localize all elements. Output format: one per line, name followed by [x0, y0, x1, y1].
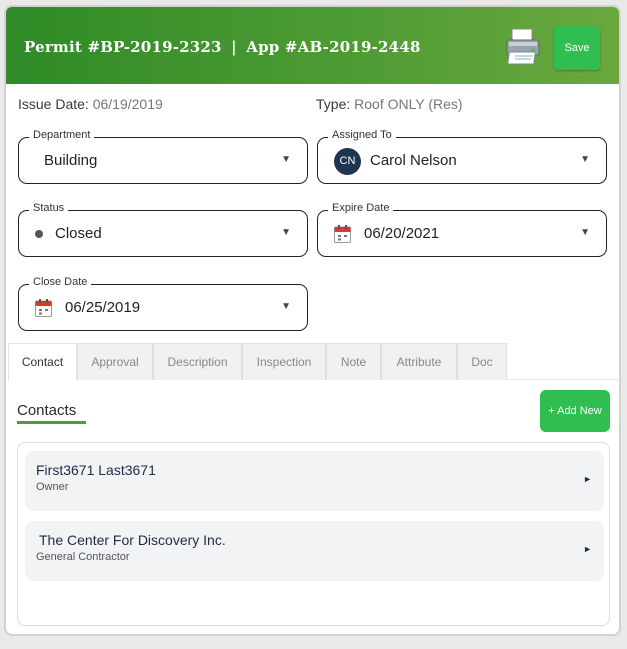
contact-role: Owner: [36, 481, 69, 493]
permit-header: Permit #BP-2019-2323 | App #AB-2019-2448…: [6, 7, 619, 84]
close-date-value: 06/25/2019: [65, 299, 141, 316]
add-contact-button[interactable]: + Add New: [540, 390, 610, 432]
expire-date-value: 06/20/2021: [364, 225, 440, 242]
issue-date: Issue Date: 06/19/2019: [18, 96, 163, 112]
calendar-icon: [334, 225, 351, 243]
contact-role: General Contractor: [36, 551, 130, 563]
chevron-down-icon: ▼: [281, 154, 291, 165]
close-date-select[interactable]: Close Date 06/25/2019 ▼: [18, 276, 308, 331]
permit-number: Permit #BP-2019-2323: [24, 38, 222, 56]
department-value: Building: [44, 152, 98, 169]
department-select[interactable]: Department Building ▼: [18, 129, 308, 184]
tab-inspection[interactable]: Inspection: [242, 343, 326, 380]
assigned-to-select[interactable]: Assigned To CN Carol Nelson ▼: [317, 129, 607, 184]
contact-name: First3671 Last3671: [36, 462, 156, 478]
chevron-down-icon: ▼: [281, 301, 291, 312]
expire-date-select[interactable]: Expire Date 06/20/2021 ▼: [317, 202, 607, 257]
permit-type: Type: Roof ONLY (Res): [316, 96, 463, 112]
list-item[interactable]: The Center For Discovery Inc. General Co…: [25, 521, 604, 581]
expire-date-label: Expire Date: [328, 202, 394, 214]
list-item[interactable]: First3671 Last3671 Owner ►: [25, 451, 604, 511]
chevron-right-icon: ►: [583, 544, 592, 554]
status-value: Closed: [55, 225, 102, 242]
issue-date-value: 06/19/2019: [92, 96, 163, 112]
chevron-right-icon: ►: [583, 474, 592, 484]
contacts-underline: [17, 421, 86, 424]
assigned-to-label: Assigned To: [328, 129, 396, 141]
status-dot-icon: [35, 230, 43, 238]
title-separator: |: [231, 38, 237, 56]
tab-approval[interactable]: Approval: [77, 343, 153, 380]
save-button[interactable]: Save: [554, 26, 600, 70]
permit-title: Permit #BP-2019-2323 | App #AB-2019-2448: [24, 38, 421, 56]
tab-bar: Contact Approval Description Inspection …: [8, 343, 619, 381]
status-label: Status: [29, 202, 69, 214]
calendar-icon: [35, 299, 52, 317]
department-label: Department: [29, 129, 95, 141]
tab-note[interactable]: Note: [326, 343, 381, 380]
tab-contact[interactable]: Contact: [8, 343, 77, 381]
permit-card: Permit #BP-2019-2323 | App #AB-2019-2448…: [4, 5, 621, 636]
chevron-down-icon: ▼: [580, 227, 590, 238]
permit-type-value: Roof ONLY (Res): [354, 96, 463, 112]
chevron-down-icon: ▼: [281, 227, 291, 238]
permit-type-label: Type:: [316, 96, 351, 112]
tab-description[interactable]: Description: [153, 343, 242, 380]
tab-attribute[interactable]: Attribute: [381, 343, 457, 380]
tab-doc[interactable]: Doc: [457, 343, 507, 380]
app-number: App #AB-2019-2448: [246, 38, 421, 56]
close-date-label: Close Date: [29, 276, 92, 288]
contact-name: The Center For Discovery Inc.: [39, 532, 226, 548]
assigned-to-value: Carol Nelson: [370, 152, 457, 169]
status-select[interactable]: Status Closed ▼: [18, 202, 308, 257]
contacts-heading: Contacts: [17, 402, 77, 419]
chevron-down-icon: ▼: [580, 154, 590, 165]
printer-icon[interactable]: [503, 26, 545, 68]
contacts-list: First3671 Last3671 Owner ► The Center Fo…: [17, 442, 610, 626]
avatar: CN: [334, 148, 361, 175]
issue-date-label: Issue Date:: [18, 96, 89, 112]
